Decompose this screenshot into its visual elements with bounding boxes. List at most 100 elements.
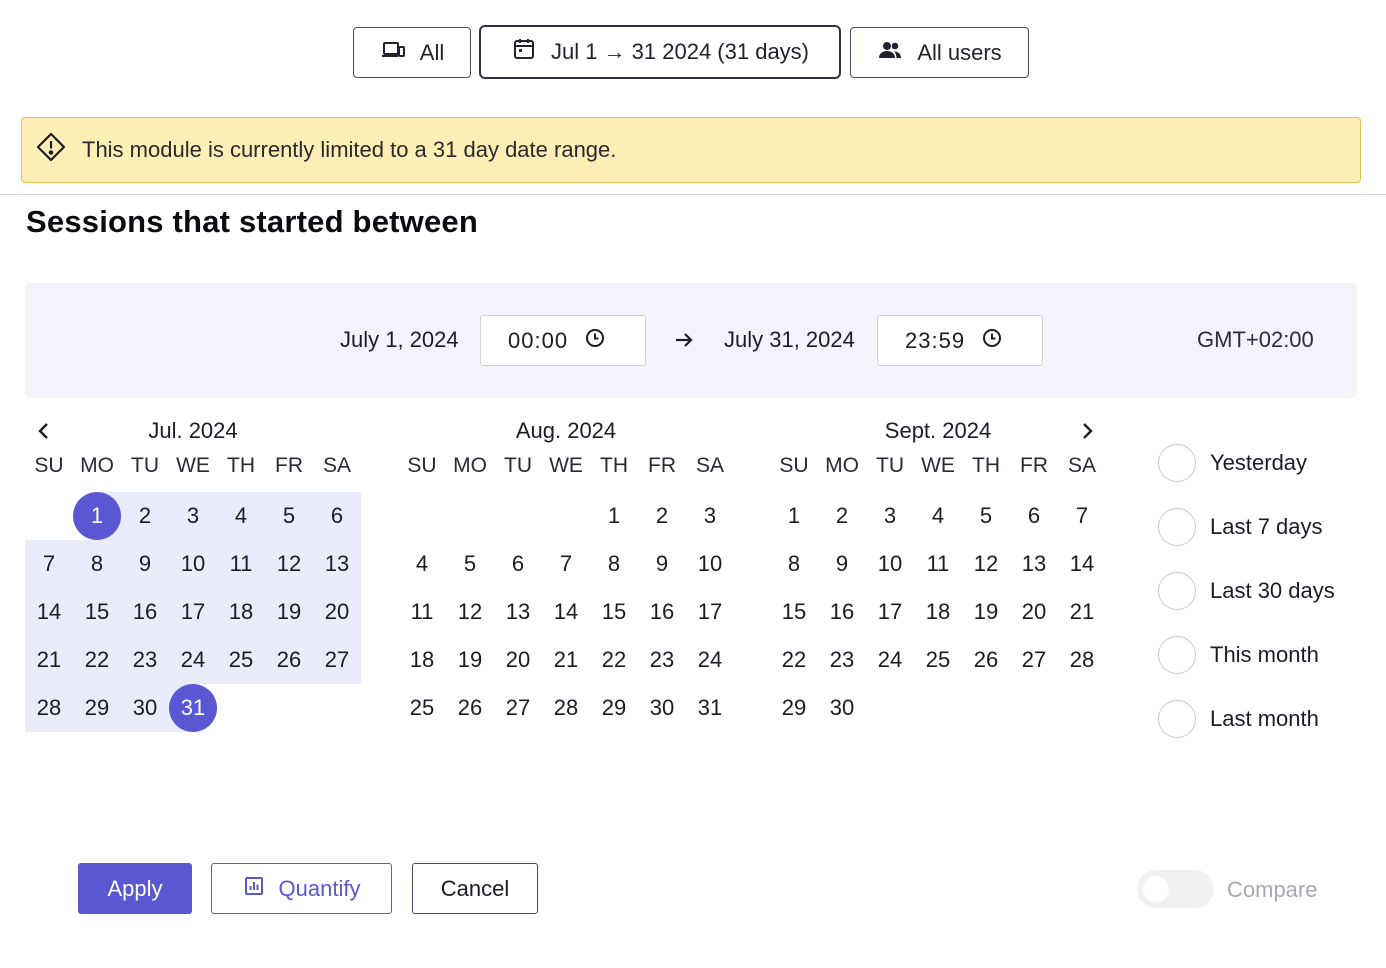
day-cell[interactable]: 31 [169,684,217,732]
radio-button[interactable] [1158,636,1196,674]
day-cell[interactable]: 28 [1058,636,1106,684]
day-cell[interactable]: 11 [914,540,962,588]
apply-button[interactable]: Apply [78,863,192,914]
day-cell[interactable]: 18 [398,636,446,684]
compare-toggle[interactable] [1137,870,1214,908]
day-cell[interactable]: 6 [494,540,542,588]
day-cell[interactable]: 5 [446,540,494,588]
day-cell[interactable]: 19 [265,588,313,636]
day-cell[interactable]: 16 [818,588,866,636]
day-cell[interactable]: 30 [818,684,866,732]
day-cell[interactable]: 6 [313,492,361,540]
day-cell[interactable]: 29 [73,684,121,732]
day-cell[interactable]: 8 [73,540,121,588]
day-cell[interactable]: 23 [638,636,686,684]
day-cell[interactable]: 1 [73,492,121,540]
radio-button[interactable] [1158,508,1196,546]
day-cell[interactable]: 26 [446,684,494,732]
preset-option[interactable]: Last 7 days [1158,508,1323,546]
users-filter-button[interactable]: All users [850,27,1029,78]
day-cell[interactable]: 22 [590,636,638,684]
day-cell[interactable]: 13 [313,540,361,588]
cancel-button[interactable]: Cancel [412,863,538,914]
end-time-input[interactable]: 23:59 [877,315,1043,366]
day-cell[interactable]: 14 [1058,540,1106,588]
day-cell[interactable]: 5 [962,492,1010,540]
day-cell[interactable]: 11 [217,540,265,588]
day-cell[interactable]: 22 [770,636,818,684]
day-cell[interactable]: 19 [962,588,1010,636]
preset-option[interactable]: Last 30 days [1158,572,1335,610]
day-cell[interactable]: 30 [638,684,686,732]
device-filter-button[interactable]: All [353,27,471,78]
day-cell[interactable]: 9 [638,540,686,588]
day-cell[interactable]: 9 [818,540,866,588]
date-filter-button[interactable]: Jul 1 → 31 2024 (31 days) [479,25,841,79]
day-cell[interactable]: 16 [638,588,686,636]
day-cell[interactable]: 10 [169,540,217,588]
day-cell[interactable]: 30 [121,684,169,732]
day-cell[interactable]: 4 [398,540,446,588]
day-cell[interactable]: 7 [25,540,73,588]
day-cell[interactable]: 4 [914,492,962,540]
start-time-input[interactable]: 00:00 [480,315,646,366]
day-cell[interactable]: 3 [866,492,914,540]
day-cell[interactable]: 21 [1058,588,1106,636]
day-cell[interactable]: 21 [25,636,73,684]
day-cell[interactable]: 21 [542,636,590,684]
day-cell[interactable]: 15 [73,588,121,636]
day-cell[interactable]: 26 [265,636,313,684]
day-cell[interactable]: 29 [770,684,818,732]
day-cell[interactable]: 13 [494,588,542,636]
day-cell[interactable]: 8 [590,540,638,588]
day-cell[interactable]: 3 [686,492,734,540]
day-cell[interactable]: 28 [25,684,73,732]
day-cell[interactable]: 5 [265,492,313,540]
quantify-button[interactable]: Quantify [211,863,392,914]
day-cell[interactable]: 9 [121,540,169,588]
day-cell[interactable]: 24 [866,636,914,684]
preset-option[interactable]: Last month [1158,700,1319,738]
day-cell[interactable]: 11 [398,588,446,636]
day-cell[interactable]: 27 [313,636,361,684]
day-cell[interactable]: 1 [770,492,818,540]
day-cell[interactable]: 8 [770,540,818,588]
day-cell[interactable]: 22 [73,636,121,684]
day-cell[interactable]: 23 [121,636,169,684]
day-cell[interactable]: 14 [542,588,590,636]
day-cell[interactable]: 18 [217,588,265,636]
day-cell[interactable]: 1 [590,492,638,540]
day-cell[interactable]: 7 [542,540,590,588]
day-cell[interactable]: 10 [866,540,914,588]
day-cell[interactable]: 4 [217,492,265,540]
day-cell[interactable]: 13 [1010,540,1058,588]
day-cell[interactable]: 12 [446,588,494,636]
day-cell[interactable]: 27 [1010,636,1058,684]
day-cell[interactable]: 12 [265,540,313,588]
day-cell[interactable]: 14 [25,588,73,636]
day-cell[interactable]: 10 [686,540,734,588]
radio-button[interactable] [1158,444,1196,482]
day-cell[interactable]: 26 [962,636,1010,684]
day-cell[interactable]: 29 [590,684,638,732]
radio-button[interactable] [1158,700,1196,738]
day-cell[interactable]: 12 [962,540,1010,588]
day-cell[interactable]: 2 [818,492,866,540]
day-cell[interactable]: 6 [1010,492,1058,540]
day-cell[interactable]: 20 [1010,588,1058,636]
day-cell[interactable]: 19 [446,636,494,684]
day-cell[interactable]: 24 [686,636,734,684]
day-cell[interactable]: 17 [866,588,914,636]
radio-button[interactable] [1158,572,1196,610]
preset-option[interactable]: This month [1158,636,1319,674]
day-cell[interactable]: 16 [121,588,169,636]
day-cell[interactable]: 17 [169,588,217,636]
day-cell[interactable]: 3 [169,492,217,540]
day-cell[interactable]: 25 [217,636,265,684]
day-cell[interactable]: 7 [1058,492,1106,540]
day-cell[interactable]: 18 [914,588,962,636]
day-cell[interactable]: 15 [590,588,638,636]
day-cell[interactable]: 31 [686,684,734,732]
day-cell[interactable]: 23 [818,636,866,684]
day-cell[interactable]: 27 [494,684,542,732]
